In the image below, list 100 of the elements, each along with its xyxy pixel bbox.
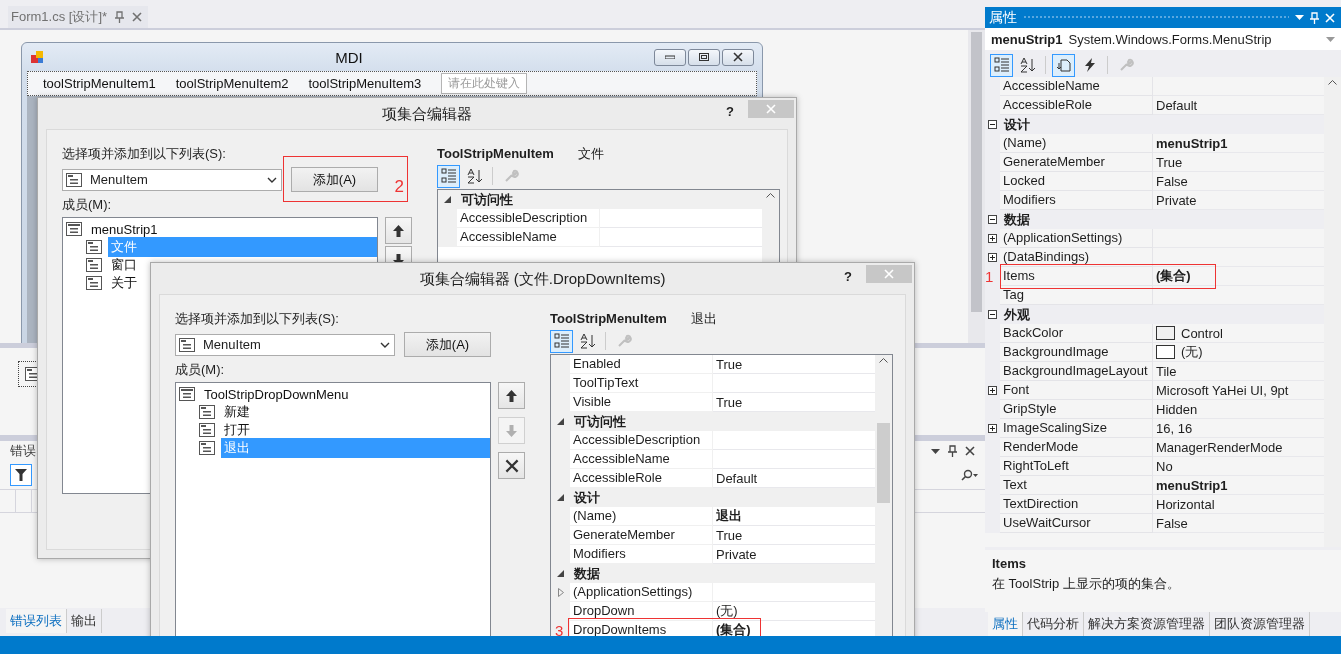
tree-item[interactable]: menuStrip1 (88, 220, 377, 238)
property-row[interactable]: AccessibleName (438, 228, 762, 247)
property-row[interactable]: AccessibleName (985, 77, 1324, 96)
dialog-title: 项集合编辑器 (文件.DropDownItems) (418, 269, 667, 289)
property-row[interactable]: BackgroundImage (无) (985, 343, 1324, 362)
tree-item[interactable]: ToolStripDropDownMenu (201, 385, 490, 403)
property-row[interactable]: (ApplicationSettings) (985, 229, 1324, 248)
annotation-number: 2 (394, 177, 404, 197)
property-row[interactable]: ToolTipText (551, 374, 875, 393)
property-row[interactable]: Visible True (551, 393, 875, 412)
property-row[interactable]: Enabled True (551, 355, 875, 374)
property-value[interactable]: Control (1181, 325, 1223, 341)
property-row[interactable]: ImageScalingSize 16, 16 (985, 419, 1324, 438)
property-value[interactable]: True (716, 356, 743, 372)
property-row[interactable]: 1 Items (集合) (985, 267, 1324, 286)
property-row[interactable]: Font Microsoft YaHei UI, 9pt (985, 381, 1324, 400)
description-text: 在 ToolStrip 上显示的项的集合。 (992, 575, 1181, 593)
menu-item[interactable]: toolStripMenuItem1 (43, 76, 156, 91)
property-row[interactable]: Text menuStrip1 (985, 476, 1324, 495)
property-value[interactable]: True (1156, 154, 1183, 170)
tree-item[interactable]: 新建 (221, 402, 490, 422)
category-row[interactable]: 设计 (551, 488, 875, 507)
tree-item[interactable]: 打开 (221, 420, 490, 440)
field-label: 成员(M): (62, 197, 113, 212)
property-row[interactable]: BackgroundImageLayout Tile (985, 362, 1324, 381)
property-row[interactable]: AccessibleName (551, 450, 875, 469)
category-row[interactable]: 设计 (985, 115, 1324, 134)
property-value[interactable]: False (1156, 515, 1188, 531)
members-list[interactable]: ToolStripDropDownMenu 新建 打开 退出 (175, 382, 491, 636)
property-value[interactable]: 退出 (716, 507, 742, 525)
property-value[interactable]: Default (716, 470, 758, 486)
category-row[interactable]: 数据 (551, 564, 875, 583)
property-row[interactable]: Locked False (985, 172, 1324, 191)
property-value[interactable]: False (1156, 173, 1188, 189)
property-row[interactable]: GripStyle Hidden (985, 400, 1324, 419)
help-button[interactable]: ? (844, 265, 866, 284)
property-value[interactable]: (无) (1181, 343, 1203, 361)
property-value[interactable]: Tile (1156, 363, 1177, 379)
category-row[interactable]: 可访问性 (438, 190, 762, 209)
category-label: 设计 (1003, 116, 1030, 134)
property-value[interactable]: Default (1156, 97, 1198, 113)
form-title: MDI (334, 48, 364, 66)
property-row[interactable]: (Name) 退出 (551, 507, 875, 526)
property-row[interactable]: Modifiers Private (551, 545, 875, 564)
property-row[interactable]: BackColor Control (985, 324, 1324, 343)
property-row[interactable]: UseWaitCursor False (985, 514, 1324, 533)
property-value[interactable]: ManagerRenderMode (1156, 439, 1283, 455)
property-name[interactable]: UseWaitCursor (1000, 514, 1153, 533)
category-row[interactable]: 可访问性 (551, 412, 875, 431)
property-value[interactable]: (集合) (716, 621, 751, 636)
property-value[interactable]: Microsoft YaHei UI, 9pt (1156, 382, 1289, 398)
property-value[interactable]: menuStrip1 (1156, 135, 1228, 151)
property-row[interactable]: AccessibleRole Default (551, 469, 875, 488)
property-value[interactable]: (无) (716, 602, 738, 620)
property-row[interactable]: Tag (985, 286, 1324, 305)
property-row[interactable]: AccessibleRole Default (985, 96, 1324, 115)
category-row[interactable]: 外观 (985, 305, 1324, 324)
property-row[interactable]: AccessibleDescription (438, 209, 762, 228)
property-row[interactable]: GenerateMember True (551, 526, 875, 545)
object-selector[interactable]: menuStrip1 System.Windows.Forms.MenuStrip (985, 28, 1341, 50)
category-label: 数据 (1003, 211, 1030, 229)
category-label: 外观 (1003, 306, 1030, 324)
property-name[interactable]: AccessibleName (457, 228, 600, 247)
property-value[interactable]: Private (1156, 192, 1197, 208)
property-row[interactable]: (DataBindings) (985, 248, 1324, 267)
property-value[interactable]: Hidden (1156, 401, 1198, 417)
object-type: ToolStripMenuItem (550, 311, 667, 326)
panel-tab[interactable]: 属性 (988, 612, 1023, 636)
category-row[interactable]: 数据 (985, 210, 1324, 229)
panel-tab[interactable]: 输出 (67, 609, 102, 633)
item-type-dropdown[interactable]: MenuItem (175, 333, 395, 356)
property-value[interactable]: True (716, 394, 743, 410)
property-row[interactable]: GenerateMember True (985, 153, 1324, 172)
property-value[interactable]: True (716, 527, 743, 543)
add-button[interactable]: 添加(A) (404, 332, 491, 357)
property-row[interactable]: RightToLeft No (985, 457, 1324, 476)
property-value[interactable]: Private (716, 546, 757, 562)
field-label: 选择项并添加到以下列表(S): (175, 311, 340, 326)
panel-tab[interactable]: 错误列表 (6, 609, 67, 633)
field-label: 成员(M): (175, 362, 226, 377)
property-value[interactable]: No (1156, 458, 1173, 474)
add-button[interactable]: 添加(A) (291, 167, 378, 192)
property-row[interactable]: RenderMode ManagerRenderMode (985, 438, 1324, 457)
document-tab[interactable]: Form1.cs [设计]* (8, 6, 149, 28)
property-row[interactable]: TextDirection Horizontal (985, 495, 1324, 514)
menu-item[interactable]: toolStripMenuItem2 (175, 76, 289, 91)
category-label: 可访问性 (460, 191, 513, 209)
property-value[interactable]: menuStrip1 (1156, 477, 1228, 493)
property-value[interactable]: (集合) (1156, 267, 1191, 285)
item-type-dropdown[interactable]: MenuItem (62, 168, 282, 191)
menu-strip[interactable]: toolStripMenuItem1 toolStripMenuItem2 toolStripMenuItem3 请在此处键入 (27, 71, 757, 96)
property-row[interactable]: Modifiers Private (985, 191, 1324, 210)
property-value[interactable]: Horizontal (1156, 496, 1215, 512)
property-row[interactable]: DropDown (无) (551, 602, 875, 621)
property-row[interactable]: AccessibleDescription (551, 431, 875, 450)
property-value[interactable]: 16, 16 (1156, 420, 1193, 436)
help-button[interactable]: ? (726, 100, 748, 119)
property-row[interactable]: (ApplicationSettings) (551, 583, 875, 602)
menu-item[interactable]: toolStripMenuItem3 (308, 76, 422, 91)
property-row[interactable]: (Name) menuStrip1 (985, 134, 1324, 153)
